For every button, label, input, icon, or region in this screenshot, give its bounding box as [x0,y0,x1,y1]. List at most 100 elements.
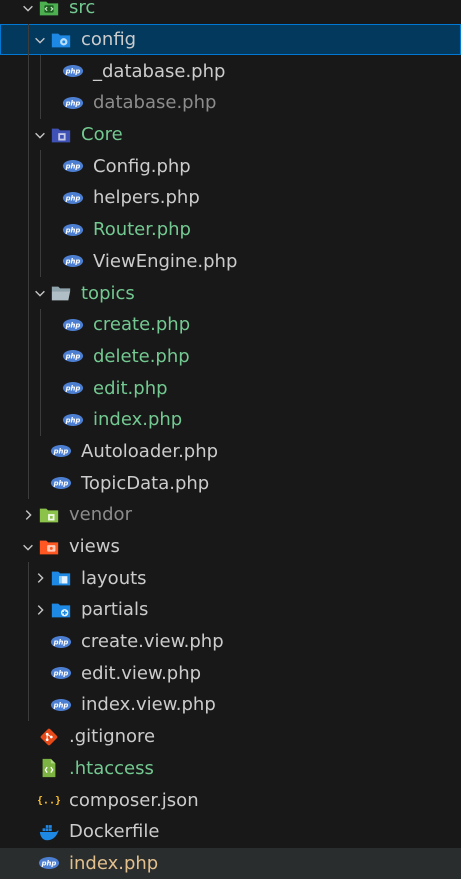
tree-file-topicdata-php[interactable]: php TopicData.php [0,467,461,499]
tree-file-htaccess[interactable]: .htaccess [0,753,461,785]
tree-folder-config[interactable]: config [0,23,461,56]
indent-guide [28,372,29,404]
tree-file-dockerfile[interactable]: Dockerfile [0,816,461,848]
tree-file-helpers-php[interactable]: php helpers.php [0,182,461,214]
svg-text:{..}: {..} [38,796,60,807]
chevron-right-icon[interactable] [30,568,50,588]
indent-guide [28,403,29,436]
tree-item-label: helpers.php [93,187,200,209]
tree-item-label: views [69,536,120,558]
chevron-down-icon[interactable] [30,125,50,145]
tree-file-edit-view-php[interactable]: php edit.view.php [0,657,461,690]
tree-item-label: _database.php [93,60,226,82]
tree-item-label: vendor [69,504,132,526]
tree-item-label: Config.php [93,155,191,177]
tree-file-delete-php[interactable]: php delete.php [0,340,461,373]
tree-file-autoloader-php[interactable]: php Autoloader.php [0,435,461,468]
tree-file-config-php[interactable]: php Config.php [0,150,461,183]
folder-open-icon [50,282,72,304]
folder-layouts-icon [50,567,72,589]
tree-folder-core[interactable]: Core [0,118,461,151]
php-icon: php [62,155,84,177]
svg-text:php: php [65,163,81,171]
indent-guide [28,689,29,721]
indent-guide [40,150,41,183]
tree-file-index-php[interactable]: php index.php [0,403,461,436]
folder-partials-icon [50,599,72,621]
tree-file-database-php[interactable]: php _database.php [0,55,461,88]
indent-guide [28,657,29,690]
chevron-right-icon[interactable] [18,505,38,525]
indent-guide [28,277,29,309]
tree-file-composer-json[interactable]: {..} composer.json [0,784,461,816]
php-icon: php [62,345,84,367]
tree-folder-partials[interactable]: partials [0,594,461,626]
indent-guide [40,403,41,436]
tree-item-label: topics [81,282,135,304]
chevron-down-icon[interactable] [18,0,38,18]
php-icon: php [62,409,84,431]
svg-text:php: php [53,670,69,678]
tree-file-database-php[interactable]: php database.php [0,87,461,119]
tree-item-label: create.view.php [81,631,224,653]
tree-item-label: Dockerfile [69,821,160,843]
php-icon: php [62,250,84,272]
indent-guide [28,118,29,151]
tree-file-index-php[interactable]: php index.php [0,847,461,879]
tree-folder-vendor[interactable]: vendor [0,499,461,531]
svg-text:php: php [53,638,69,646]
php-icon: php [38,852,60,874]
tree-file-viewengine-php[interactable]: php ViewEngine.php [0,245,461,278]
chevron-right-icon[interactable] [30,600,50,620]
svg-text:php: php [65,226,81,234]
docker-icon [38,821,60,843]
indent-guide [40,308,41,341]
tree-item-label: index.php [69,852,159,874]
indent-guide [28,245,29,278]
svg-text:php: php [53,702,69,710]
tree-file-edit-php[interactable]: php edit.php [0,372,461,404]
file-explorer-tree: src config php _database.php php database.php… [0,0,461,879]
tree-file-index-view-php[interactable]: php index.view.php [0,689,461,721]
tree-folder-layouts[interactable]: layouts [0,562,461,595]
tree-item-label: edit.view.php [81,662,202,684]
chevron-down-icon[interactable] [30,283,50,303]
indent-guide [40,340,41,373]
folder-src-icon [38,0,60,19]
tree-item-label: partials [81,599,149,621]
indent-guide [40,213,41,246]
chevron-down-icon[interactable] [18,537,38,557]
svg-text:php: php [65,258,81,266]
tree-item-label: Router.php [93,219,191,241]
tree-file-gitignore[interactable]: .gitignore [0,721,461,753]
php-icon: php [62,377,84,399]
php-icon: php [62,314,84,336]
tree-file-create-php[interactable]: php create.php [0,308,461,341]
php-icon: php [62,187,84,209]
tree-folder-topics[interactable]: topics [0,277,461,309]
tree-item-label: index.view.php [81,694,216,716]
tree-file-router-php[interactable]: php Router.php [0,213,461,246]
tree-folder-views[interactable]: views [0,531,461,563]
tree-item-label: src [69,0,96,19]
indent-guide [28,87,29,119]
svg-text:php: php [53,448,69,456]
chevron-down-icon[interactable] [30,30,50,50]
tree-file-create-view-php[interactable]: php create.view.php [0,625,461,658]
tree-folder-src[interactable]: src [0,0,461,24]
htaccess-icon [38,757,60,779]
tree-item-label: index.php [93,409,183,431]
